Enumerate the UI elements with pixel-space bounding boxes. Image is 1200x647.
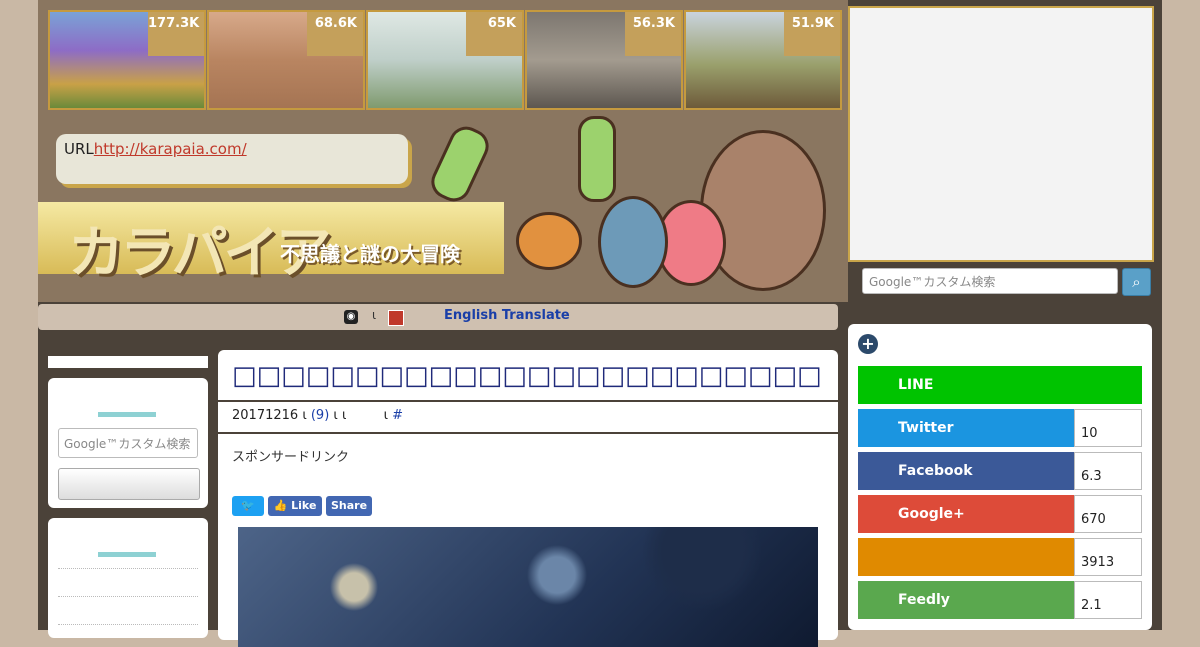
meta-category: ι ι [333, 408, 347, 423]
share-label: Share [330, 499, 368, 512]
share-facebook[interactable]: Facebook 6.3 [858, 452, 1142, 490]
left-sidebar-header [48, 356, 208, 368]
uk-flag-icon [388, 310, 404, 326]
plus-icon[interactable]: + [858, 334, 878, 354]
sidebar-search-input[interactable]: Google™カスタム検索 [58, 428, 198, 458]
view-count: 177.3K [148, 12, 204, 56]
share-bar: Google+ [858, 495, 1074, 533]
share-bar: LINE [858, 366, 1142, 404]
share-bar: Feedly [858, 581, 1074, 619]
url-text: URLhttp://karapaia.com/ [64, 140, 247, 158]
share-bar: Facebook [858, 452, 1074, 490]
share-panel: + LINE Twitter 10 Facebook 6.3 Google+ 6… [848, 324, 1152, 630]
view-count: 51.9K [784, 12, 840, 56]
translate-bar: ◉ ι English Translate [38, 304, 838, 330]
share-count: 2.1 [1074, 581, 1142, 619]
share-bar: Twitter [858, 409, 1074, 447]
share-twitter[interactable]: Twitter 10 [858, 409, 1142, 447]
list-divider [58, 596, 198, 597]
share-count: 670 [1074, 495, 1142, 533]
popular-thumbnail-2[interactable]: 68.6K [207, 10, 365, 110]
search-icon: ⌕ [1132, 273, 1141, 291]
article-meta: 20171216 ι (9) ι ι ι # [218, 400, 838, 434]
sponsored-link-label: スポンサードリンク [232, 450, 350, 465]
share-count: 6.3 [1074, 452, 1142, 490]
share-count: 10 [1074, 409, 1142, 447]
meta-line: 20171216 ι (9) ι ι ι # [232, 408, 403, 423]
facebook-like-button[interactable]: 👍 Like [268, 496, 322, 516]
share-hatena[interactable]: 3913 [858, 538, 1142, 576]
facebook-share-button[interactable]: Share [326, 496, 372, 516]
widget-heading-bar [98, 412, 156, 417]
english-translate-link[interactable]: English Translate [444, 308, 570, 323]
left-sidebar-list-widget [48, 518, 208, 638]
url-label: URL [64, 140, 94, 158]
left-sidebar-search-widget: Google™カスタム検索 [48, 378, 208, 508]
site-url-box: URLhttp://karapaia.com/ [56, 134, 408, 184]
post-date: 20171216 [232, 408, 299, 423]
thumbs-up-icon: 👍 [273, 499, 288, 512]
translate-separator: ι [372, 308, 377, 322]
share-google-plus[interactable]: Google+ 670 [858, 495, 1142, 533]
search-button[interactable]: ⌕ [1122, 268, 1151, 296]
popular-thumbnail-3[interactable]: 65K [366, 10, 524, 110]
twitter-bird-icon: 🐦 [241, 499, 255, 512]
share-feedly[interactable]: Feedly 2.1 [858, 581, 1142, 619]
meta-separator: ι [302, 408, 307, 423]
tag-link[interactable]: # [392, 408, 403, 423]
popular-thumbnail-5[interactable]: 51.9K [684, 10, 842, 110]
share-line[interactable]: LINE [858, 366, 1142, 404]
logo-tagline: 不思議と謎の大冒険 [280, 242, 460, 266]
site-url-link[interactable]: http://karapaia.com/ [94, 140, 247, 158]
widget-heading-bar [98, 552, 156, 557]
popular-thumbnail-4[interactable]: 56.3K [525, 10, 683, 110]
site-logo[interactable]: カラパイア 不思議と謎の大冒険 [38, 202, 504, 286]
article-title[interactable]: □□□□□□□□□□□□□□□□□□□□□□□□□□□□□□□□□□□□□□ [232, 360, 822, 392]
view-count: 68.6K [307, 12, 363, 56]
tweet-button[interactable]: 🐦 [232, 496, 264, 516]
popular-thumbnail-1[interactable]: 177.3K [48, 10, 206, 110]
search-input[interactable]: Google™カスタム検索 [862, 268, 1118, 294]
list-divider [58, 624, 198, 625]
globe-icon[interactable]: ◉ [344, 310, 358, 324]
like-label: Like [291, 499, 317, 512]
meta-separator: ι [383, 408, 388, 423]
comment-count-link[interactable]: (9) [311, 408, 329, 423]
view-count: 65K [466, 12, 522, 56]
article-hero-image [238, 527, 818, 647]
ad-slot [848, 6, 1154, 262]
share-bar [858, 538, 1074, 576]
sidebar-search-button[interactable] [58, 468, 200, 500]
list-divider [58, 568, 198, 569]
article-card: □□□□□□□□□□□□□□□□□□□□□□□□□□□□□□□□□□□□□□ 2… [218, 350, 838, 647]
view-count: 56.3K [625, 12, 681, 56]
share-count: 3913 [1074, 538, 1142, 576]
